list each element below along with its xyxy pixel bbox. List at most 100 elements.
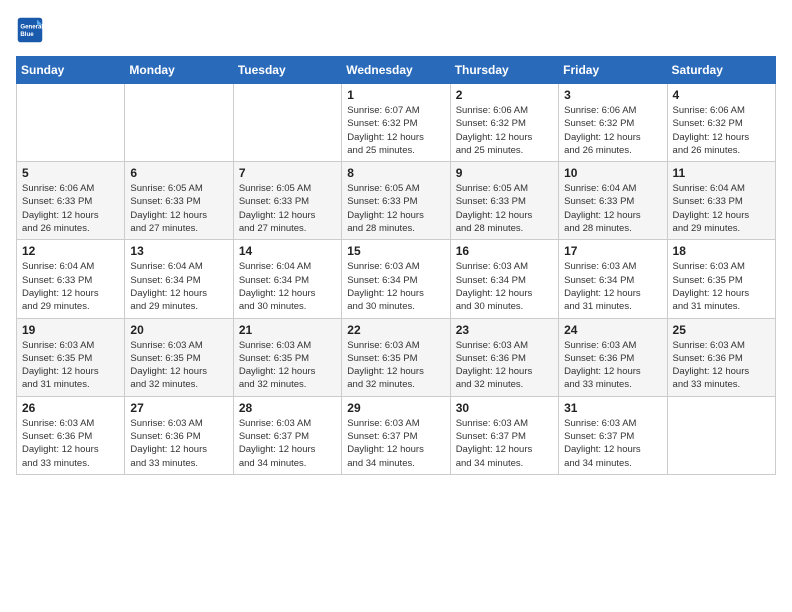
- header-day-friday: Friday: [559, 57, 667, 84]
- day-info: Sunrise: 6:03 AMSunset: 6:35 PMDaylight:…: [239, 339, 336, 392]
- calendar-table: SundayMondayTuesdayWednesdayThursdayFrid…: [16, 56, 776, 475]
- day-number: 18: [673, 244, 770, 258]
- page-header: General Blue: [16, 16, 776, 44]
- day-cell-10: 10 Sunrise: 6:04 AMSunset: 6:33 PMDayligh…: [559, 162, 667, 240]
- day-number: 24: [564, 323, 661, 337]
- day-cell-18: 18 Sunrise: 6:03 AMSunset: 6:35 PMDayligh…: [667, 240, 775, 318]
- day-number: 29: [347, 401, 444, 415]
- week-row-5: 26 Sunrise: 6:03 AMSunset: 6:36 PMDayligh…: [17, 396, 776, 474]
- day-info: Sunrise: 6:03 AMSunset: 6:37 PMDaylight:…: [347, 417, 444, 470]
- day-info: Sunrise: 6:05 AMSunset: 6:33 PMDaylight:…: [347, 182, 444, 235]
- header-day-monday: Monday: [125, 57, 233, 84]
- day-number: 4: [673, 88, 770, 102]
- day-cell-empty: [667, 396, 775, 474]
- day-number: 3: [564, 88, 661, 102]
- day-number: 30: [456, 401, 553, 415]
- day-number: 23: [456, 323, 553, 337]
- day-cell-15: 15 Sunrise: 6:03 AMSunset: 6:34 PMDayligh…: [342, 240, 450, 318]
- day-cell-empty: [233, 84, 341, 162]
- day-number: 9: [456, 166, 553, 180]
- day-number: 31: [564, 401, 661, 415]
- day-cell-8: 8 Sunrise: 6:05 AMSunset: 6:33 PMDaylight…: [342, 162, 450, 240]
- day-number: 22: [347, 323, 444, 337]
- day-info: Sunrise: 6:06 AMSunset: 6:32 PMDaylight:…: [456, 104, 553, 157]
- logo: General Blue: [16, 16, 48, 44]
- day-info: Sunrise: 6:03 AMSunset: 6:36 PMDaylight:…: [673, 339, 770, 392]
- day-info: Sunrise: 6:04 AMSunset: 6:34 PMDaylight:…: [239, 260, 336, 313]
- day-info: Sunrise: 6:03 AMSunset: 6:37 PMDaylight:…: [456, 417, 553, 470]
- day-cell-31: 31 Sunrise: 6:03 AMSunset: 6:37 PMDayligh…: [559, 396, 667, 474]
- day-number: 15: [347, 244, 444, 258]
- header-day-tuesday: Tuesday: [233, 57, 341, 84]
- day-info: Sunrise: 6:03 AMSunset: 6:36 PMDaylight:…: [456, 339, 553, 392]
- day-info: Sunrise: 6:03 AMSunset: 6:35 PMDaylight:…: [130, 339, 227, 392]
- day-cell-13: 13 Sunrise: 6:04 AMSunset: 6:34 PMDayligh…: [125, 240, 233, 318]
- day-cell-21: 21 Sunrise: 6:03 AMSunset: 6:35 PMDayligh…: [233, 318, 341, 396]
- day-info: Sunrise: 6:03 AMSunset: 6:34 PMDaylight:…: [564, 260, 661, 313]
- day-info: Sunrise: 6:05 AMSunset: 6:33 PMDaylight:…: [456, 182, 553, 235]
- day-cell-6: 6 Sunrise: 6:05 AMSunset: 6:33 PMDaylight…: [125, 162, 233, 240]
- calendar-body: 1 Sunrise: 6:07 AMSunset: 6:32 PMDaylight…: [17, 84, 776, 475]
- day-cell-2: 2 Sunrise: 6:06 AMSunset: 6:32 PMDaylight…: [450, 84, 558, 162]
- day-cell-empty: [125, 84, 233, 162]
- day-cell-25: 25 Sunrise: 6:03 AMSunset: 6:36 PMDayligh…: [667, 318, 775, 396]
- day-number: 12: [22, 244, 119, 258]
- day-number: 25: [673, 323, 770, 337]
- day-info: Sunrise: 6:07 AMSunset: 6:32 PMDaylight:…: [347, 104, 444, 157]
- day-number: 19: [22, 323, 119, 337]
- day-number: 8: [347, 166, 444, 180]
- day-info: Sunrise: 6:04 AMSunset: 6:33 PMDaylight:…: [22, 260, 119, 313]
- day-info: Sunrise: 6:03 AMSunset: 6:37 PMDaylight:…: [564, 417, 661, 470]
- day-number: 14: [239, 244, 336, 258]
- day-number: 26: [22, 401, 119, 415]
- day-info: Sunrise: 6:05 AMSunset: 6:33 PMDaylight:…: [239, 182, 336, 235]
- logo-icon: General Blue: [16, 16, 44, 44]
- day-info: Sunrise: 6:06 AMSunset: 6:33 PMDaylight:…: [22, 182, 119, 235]
- week-row-1: 1 Sunrise: 6:07 AMSunset: 6:32 PMDaylight…: [17, 84, 776, 162]
- day-cell-30: 30 Sunrise: 6:03 AMSunset: 6:37 PMDayligh…: [450, 396, 558, 474]
- day-cell-29: 29 Sunrise: 6:03 AMSunset: 6:37 PMDayligh…: [342, 396, 450, 474]
- day-number: 21: [239, 323, 336, 337]
- day-info: Sunrise: 6:04 AMSunset: 6:33 PMDaylight:…: [564, 182, 661, 235]
- day-cell-22: 22 Sunrise: 6:03 AMSunset: 6:35 PMDayligh…: [342, 318, 450, 396]
- week-row-2: 5 Sunrise: 6:06 AMSunset: 6:33 PMDaylight…: [17, 162, 776, 240]
- day-number: 27: [130, 401, 227, 415]
- day-cell-empty: [17, 84, 125, 162]
- day-cell-20: 20 Sunrise: 6:03 AMSunset: 6:35 PMDayligh…: [125, 318, 233, 396]
- day-number: 7: [239, 166, 336, 180]
- day-cell-3: 3 Sunrise: 6:06 AMSunset: 6:32 PMDaylight…: [559, 84, 667, 162]
- day-number: 1: [347, 88, 444, 102]
- day-number: 6: [130, 166, 227, 180]
- header-day-thursday: Thursday: [450, 57, 558, 84]
- day-info: Sunrise: 6:03 AMSunset: 6:35 PMDaylight:…: [673, 260, 770, 313]
- day-cell-11: 11Sunrise: 6:04 AMSunset: 6:33 PMDayligh…: [667, 162, 775, 240]
- day-cell-23: 23 Sunrise: 6:03 AMSunset: 6:36 PMDayligh…: [450, 318, 558, 396]
- day-number: 20: [130, 323, 227, 337]
- day-info: Sunrise: 6:03 AMSunset: 6:34 PMDaylight:…: [347, 260, 444, 313]
- day-number: 2: [456, 88, 553, 102]
- svg-text:Blue: Blue: [20, 31, 34, 38]
- day-cell-24: 24 Sunrise: 6:03 AMSunset: 6:36 PMDayligh…: [559, 318, 667, 396]
- header-day-wednesday: Wednesday: [342, 57, 450, 84]
- day-info: Sunrise: 6:04 AMSunset: 6:34 PMDaylight:…: [130, 260, 227, 313]
- day-number: 13: [130, 244, 227, 258]
- day-cell-27: 27 Sunrise: 6:03 AMSunset: 6:36 PMDayligh…: [125, 396, 233, 474]
- day-cell-1: 1 Sunrise: 6:07 AMSunset: 6:32 PMDaylight…: [342, 84, 450, 162]
- day-cell-5: 5 Sunrise: 6:06 AMSunset: 6:33 PMDaylight…: [17, 162, 125, 240]
- day-cell-16: 16Sunrise: 6:03 AMSunset: 6:34 PMDayligh…: [450, 240, 558, 318]
- day-cell-7: 7 Sunrise: 6:05 AMSunset: 6:33 PMDaylight…: [233, 162, 341, 240]
- day-number: 10: [564, 166, 661, 180]
- day-info: Sunrise: 6:06 AMSunset: 6:32 PMDaylight:…: [673, 104, 770, 157]
- day-number: 17: [564, 244, 661, 258]
- day-info: Sunrise: 6:03 AMSunset: 6:36 PMDaylight:…: [130, 417, 227, 470]
- day-info: Sunrise: 6:03 AMSunset: 6:36 PMDaylight:…: [564, 339, 661, 392]
- week-row-4: 19 Sunrise: 6:03 AMSunset: 6:35 PMDayligh…: [17, 318, 776, 396]
- day-number: 11: [673, 166, 770, 180]
- day-number: 5: [22, 166, 119, 180]
- day-number: 28: [239, 401, 336, 415]
- day-info: Sunrise: 6:06 AMSunset: 6:32 PMDaylight:…: [564, 104, 661, 157]
- day-info: Sunrise: 6:03 AMSunset: 6:35 PMDaylight:…: [347, 339, 444, 392]
- day-info: Sunrise: 6:03 AMSunset: 6:37 PMDaylight:…: [239, 417, 336, 470]
- day-cell-26: 26Sunrise: 6:03 AMSunset: 6:36 PMDayligh…: [17, 396, 125, 474]
- day-info: Sunrise: 6:05 AMSunset: 6:33 PMDaylight:…: [130, 182, 227, 235]
